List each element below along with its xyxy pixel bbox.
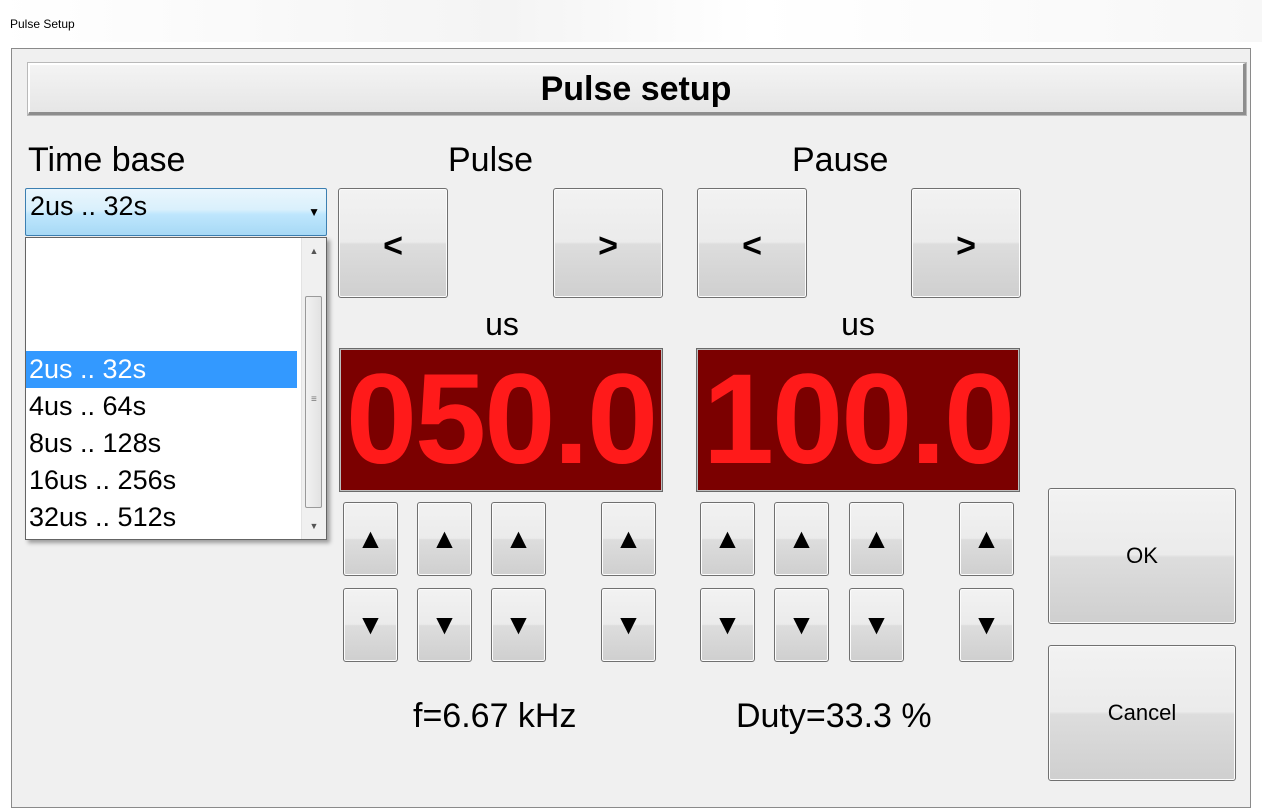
page-title: Pulse setup <box>28 63 1246 115</box>
scroll-down-icon[interactable]: ▼ <box>302 517 326 535</box>
pulse-digit2-down-button[interactable]: ▼ <box>417 588 472 662</box>
pause-value-display: 100.0 <box>696 348 1020 492</box>
time-base-option[interactable]: 32us .. 512s <box>26 499 297 536</box>
dropdown-scrollbar[interactable]: ▲ ≡ ▼ <box>301 238 326 539</box>
pause-digit1-up-button[interactable]: ▲ <box>700 502 755 576</box>
chevron-down-icon: ▼ <box>308 205 320 219</box>
pulse-digit1-up-button[interactable]: ▲ <box>343 502 398 576</box>
scroll-up-icon[interactable]: ▲ <box>302 242 326 260</box>
pause-label: Pause <box>792 141 889 179</box>
pulse-digit4-up-button[interactable]: ▲ <box>601 502 656 576</box>
time-base-option[interactable]: 16us .. 256s <box>26 462 297 499</box>
pause-digit3-up-button[interactable]: ▲ <box>849 502 904 576</box>
pause-digit1-down-button[interactable]: ▼ <box>700 588 755 662</box>
pulse-digit3-up-button[interactable]: ▲ <box>491 502 546 576</box>
time-base-option[interactable]: 4us .. 64s <box>26 388 297 425</box>
pause-next-button[interactable]: > <box>911 188 1021 298</box>
pause-digit4-up-button[interactable]: ▲ <box>959 502 1014 576</box>
title-bar: Pulse Setup <box>0 0 1262 42</box>
pulse-digit4-down-button[interactable]: ▼ <box>601 588 656 662</box>
pulse-digit3-down-button[interactable]: ▼ <box>491 588 546 662</box>
time-base-selected-value: 2us .. 32s <box>30 191 148 221</box>
pause-digit2-up-button[interactable]: ▲ <box>774 502 829 576</box>
time-base-option[interactable]: 8us .. 128s <box>26 425 297 462</box>
frequency-readout: f=6.67 kHz <box>413 697 577 735</box>
time-base-select[interactable]: 2us .. 32s ▼ <box>25 188 327 236</box>
window-title: Pulse Setup <box>10 17 75 31</box>
pause-prev-button[interactable]: < <box>697 188 807 298</box>
pause-digit4-down-button[interactable]: ▼ <box>959 588 1014 662</box>
pause-unit: us <box>841 306 875 342</box>
pause-digit2-down-button[interactable]: ▼ <box>774 588 829 662</box>
time-base-dropdown: 2us .. 32s 4us .. 64s 8us .. 128s 16us .… <box>25 237 327 540</box>
ok-button[interactable]: OK <box>1048 488 1236 624</box>
pause-digit3-down-button[interactable]: ▼ <box>849 588 904 662</box>
pulse-digit2-up-button[interactable]: ▲ <box>417 502 472 576</box>
pulse-unit: us <box>485 306 519 342</box>
duty-readout: Duty=33.3 % <box>736 697 932 735</box>
pulse-value-display: 050.0 <box>339 348 663 492</box>
pulse-prev-button[interactable]: < <box>338 188 448 298</box>
time-base-option[interactable]: 2us .. 32s <box>26 351 297 388</box>
pulse-digit1-down-button[interactable]: ▼ <box>343 588 398 662</box>
pulse-label: Pulse <box>448 141 534 179</box>
scrollbar-thumb[interactable]: ≡ <box>305 296 322 508</box>
cancel-button[interactable]: Cancel <box>1048 645 1236 781</box>
grip-icon: ≡ <box>311 394 317 405</box>
pulse-next-button[interactable]: > <box>553 188 663 298</box>
time-base-label: Time base <box>28 141 186 179</box>
